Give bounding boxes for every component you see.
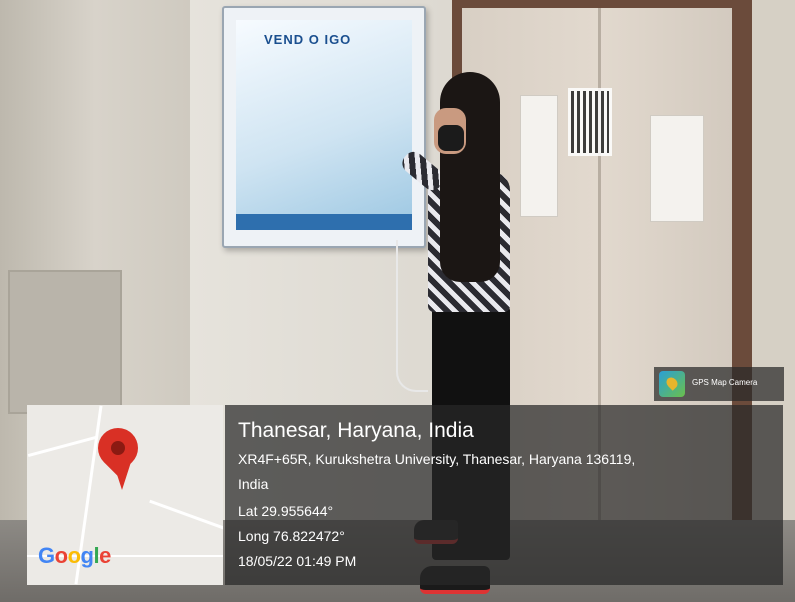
map-pin-tail: [113, 462, 131, 490]
notice-paper: [520, 95, 558, 217]
cable: [396, 240, 428, 392]
map-road: [149, 499, 223, 534]
location-info-panel: Thanesar, Haryana, India XR4F+65R, Kuruk…: [225, 405, 783, 585]
machine-panel: [236, 20, 412, 230]
machine-strip: [236, 214, 412, 230]
google-logo: Google: [38, 543, 111, 568]
address-line-2: India: [238, 476, 269, 492]
vending-machine: VEND O IGO: [222, 6, 426, 248]
machine-brand: VEND O IGO: [264, 32, 352, 47]
location-title: Thanesar, Haryana, India: [238, 419, 474, 442]
badge-label: GPS Map Camera: [692, 378, 758, 387]
notice-paper: [650, 115, 704, 222]
window: [8, 270, 122, 414]
qr-code: [568, 88, 612, 156]
address-line-1: XR4F+65R, Kurukshetra University, Thanes…: [238, 451, 636, 467]
map-pin-dot: [111, 441, 125, 455]
person-hair: [440, 72, 500, 282]
face-mask: [438, 125, 464, 151]
timestamp: 18/05/22 01:49 PM: [238, 553, 357, 569]
map-road: [27, 435, 97, 458]
gps-camera-badge: GPS Map Camera: [654, 367, 784, 401]
latitude: Lat 29.955644°: [238, 503, 334, 519]
gps-map-camera-icon: [659, 371, 685, 397]
longitude: Long 76.822472°: [238, 528, 345, 544]
